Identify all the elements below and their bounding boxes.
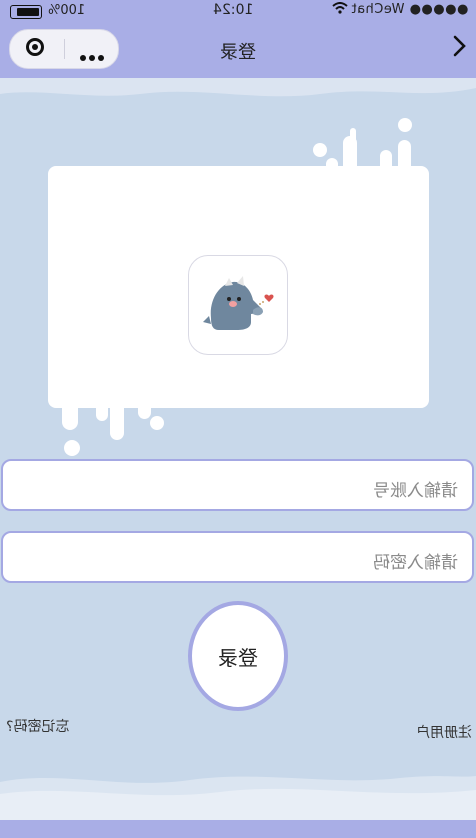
drip-decoration bbox=[62, 118, 412, 456]
account-input[interactable] bbox=[3, 461, 472, 509]
bottom-wave-decoration bbox=[0, 776, 476, 820]
password-field[interactable]: 请输入密码 bbox=[1, 531, 474, 583]
login-button-label: 登录 bbox=[218, 645, 258, 670]
login-button[interactable]: 登录 bbox=[188, 601, 288, 711]
account-field[interactable]: 请输入账号 bbox=[1, 459, 474, 511]
register-link[interactable]: 注册用户 bbox=[416, 722, 472, 742]
dinosaur-mascot-icon bbox=[203, 276, 274, 330]
forgot-password-link[interactable]: 忘记密码? bbox=[6, 716, 69, 736]
app-logo bbox=[188, 255, 288, 355]
bottom-bar bbox=[0, 820, 476, 838]
password-input[interactable] bbox=[3, 533, 472, 581]
